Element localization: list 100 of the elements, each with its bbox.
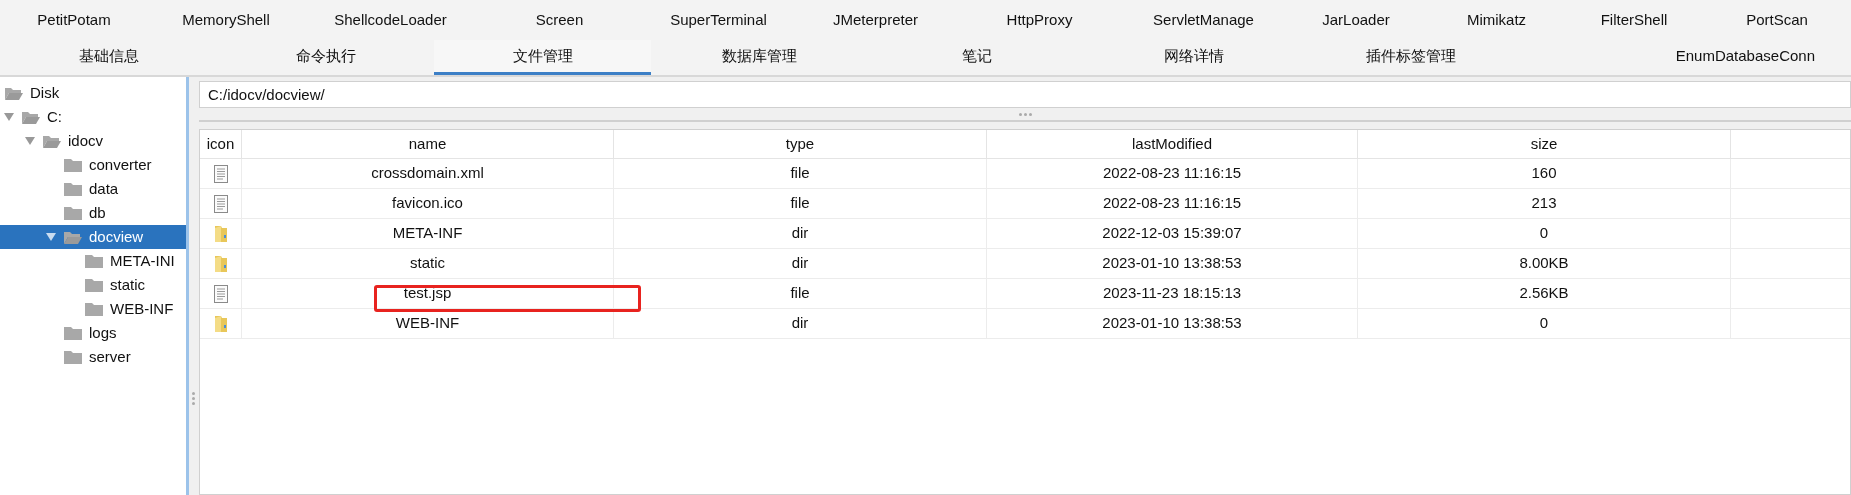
table-cell-text: file — [790, 163, 810, 184]
splitter-handle[interactable] — [191, 392, 195, 405]
open-folder-icon — [63, 229, 83, 245]
table-cell-text: dir — [791, 223, 809, 244]
tree-label: WEB-INF — [110, 298, 174, 319]
tab[interactable]: 插件标签管理 — [1302, 40, 1519, 75]
plugin-tab[interactable]: FilterShell — [1565, 0, 1703, 40]
table-cell-text: 2022-08-23 11:16:15 — [1102, 193, 1242, 214]
table-cell-text: test.jsp — [403, 283, 452, 304]
folder-icon — [84, 301, 104, 317]
folder-icon — [63, 157, 83, 173]
column-header[interactable]: name — [242, 130, 614, 158]
tree-item[interactable]: docview — [0, 225, 186, 249]
column-header[interactable]: size — [1358, 130, 1731, 158]
tree-label: C: — [47, 106, 62, 127]
plugin-tab[interactable]: Screen — [477, 0, 642, 40]
tree-item[interactable]: logs — [0, 321, 186, 345]
document-icon — [213, 284, 228, 303]
tree-label: converter — [89, 154, 152, 175]
tree-label: docview — [89, 226, 144, 247]
table-row[interactable]: favicon.ico file 2022-08-23 11:16:15 213 — [200, 189, 1850, 219]
table-row[interactable]: crossdomain.xml file 2022-08-23 11:16:15 160 — [200, 159, 1850, 189]
folder-icon — [84, 253, 104, 269]
table-row[interactable]: META-INF dir 2022-12-03 15:39:07 0 — [200, 219, 1850, 249]
folder-icon — [63, 181, 83, 197]
tree-item[interactable]: static — [0, 273, 186, 297]
table-cell-text: WEB-INF — [395, 313, 460, 334]
column-header[interactable]: type — [614, 130, 987, 158]
tree-label: META-INI — [110, 250, 175, 271]
tree-item[interactable]: C: — [0, 105, 186, 129]
tree-label: idocv — [68, 130, 104, 151]
tree-label: Disk — [30, 82, 60, 103]
table-cell-text: 0 — [1539, 223, 1549, 244]
tab[interactable]: 文件管理 — [434, 40, 651, 75]
table-cell-text: 2023-01-10 13:38:53 — [1102, 253, 1242, 274]
folder-icon — [63, 325, 83, 341]
tree-item[interactable]: WEB-INF — [0, 297, 186, 321]
plugin-tab[interactable]: HttpProxy — [956, 0, 1123, 40]
table-cell-text: 8.00KB — [1519, 253, 1569, 274]
tab[interactable]: 笔记 — [868, 40, 1085, 75]
plugin-tab[interactable]: ShellcodeLoader — [304, 0, 477, 40]
tree-label: server — [89, 346, 131, 367]
table-cell-text: 2023-11-23 18:15:13 — [1102, 283, 1242, 304]
folder-icon — [84, 277, 104, 293]
tree-item[interactable]: server — [0, 345, 186, 369]
open-folder-icon — [42, 133, 62, 149]
expand-arrow-icon[interactable] — [4, 113, 14, 121]
tree-label: db — [89, 202, 106, 223]
tree-item[interactable]: idocv — [0, 129, 186, 153]
plugin-tab[interactable]: SuperTerminal — [642, 0, 795, 40]
splitter-handle[interactable] — [1018, 112, 1032, 116]
table-cell-text: 160 — [1531, 163, 1557, 184]
folder-icon — [213, 254, 228, 273]
tab[interactable]: 基础信息 — [0, 40, 217, 75]
tree-item[interactable]: data — [0, 177, 186, 201]
tab[interactable]: 命令执行 — [217, 40, 434, 75]
path-field[interactable]: C:/idocv/docview/ — [199, 81, 1851, 108]
table-cell-text: META-INF — [392, 223, 463, 244]
table-cell-text: 2023-01-10 13:38:53 — [1102, 313, 1242, 334]
folder-icon — [213, 314, 228, 333]
table-cell-text: dir — [791, 253, 809, 274]
plugin-tab[interactable]: JarLoader — [1284, 0, 1428, 40]
table-cell-text: 2.56KB — [1519, 283, 1569, 304]
tree-item[interactable]: db — [0, 201, 186, 225]
tree-label: logs — [89, 322, 117, 343]
plugin-tab[interactable]: Mimikatz — [1428, 0, 1565, 40]
open-folder-icon — [4, 85, 24, 101]
table-cell-text: 0 — [1539, 313, 1549, 334]
folder-icon — [63, 205, 83, 221]
expand-arrow-icon[interactable] — [25, 137, 35, 145]
plugin-tab[interactable]: PortScan — [1703, 0, 1851, 40]
table-cell-text: favicon.ico — [392, 193, 463, 214]
expand-arrow-icon[interactable] — [46, 233, 56, 241]
plugin-tab[interactable]: PetitPotam — [0, 0, 148, 40]
plugin-tab[interactable]: MemoryShell — [148, 0, 304, 40]
folder-icon — [63, 349, 83, 365]
tab[interactable]: 数据库管理 — [651, 40, 868, 75]
table-cell-text: 2022-08-23 11:16:15 — [1102, 163, 1242, 184]
document-icon — [213, 194, 228, 213]
plugin-tab[interactable]: JMeterpreter — [795, 0, 956, 40]
tab[interactable]: EnumDatabaseConn — [1519, 40, 1851, 75]
folder-icon — [213, 224, 228, 243]
table-cell-text: dir — [791, 313, 809, 334]
table-row[interactable]: static dir 2023-01-10 13:38:53 8.00KB — [200, 249, 1850, 279]
plugin-tab[interactable]: ServletManage — [1123, 0, 1284, 40]
tab[interactable]: 网络详情 — [1085, 40, 1302, 75]
tree-item[interactable]: META-INI — [0, 249, 186, 273]
column-header[interactable]: icon — [200, 130, 242, 158]
tree-label: data — [89, 178, 119, 199]
tree-item[interactable]: converter — [0, 153, 186, 177]
table-cell-text: file — [790, 283, 810, 304]
tree-item[interactable]: Disk — [0, 81, 186, 105]
open-folder-icon — [21, 109, 41, 125]
column-header[interactable]: lastModified — [987, 130, 1358, 158]
table-cell-text: static — [410, 253, 445, 274]
table-cell-text: file — [790, 193, 810, 214]
table-row[interactable]: WEB-INF dir 2023-01-10 13:38:53 0 — [200, 309, 1850, 339]
document-icon — [213, 164, 228, 183]
table-cell-text: 2022-12-03 15:39:07 — [1102, 223, 1242, 244]
table-cell-text: 213 — [1531, 193, 1557, 214]
